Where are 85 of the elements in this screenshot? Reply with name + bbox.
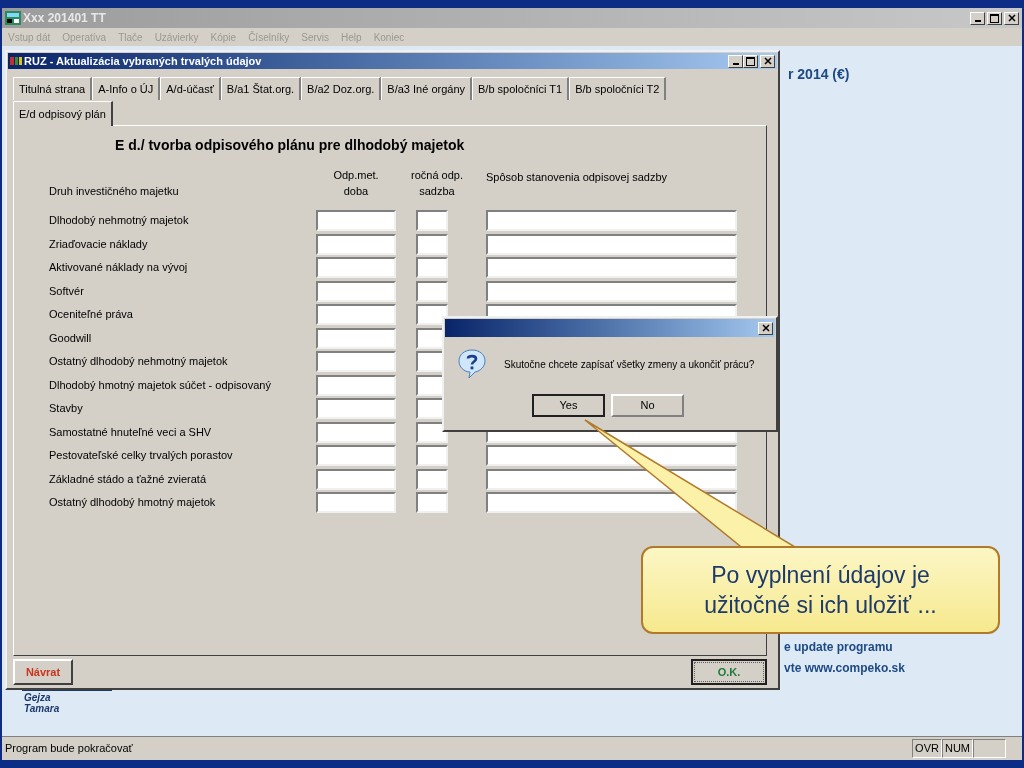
- app-title: Xxx 201401 TT: [23, 10, 106, 27]
- input-field[interactable]: [416, 257, 448, 278]
- input-field[interactable]: [486, 210, 737, 231]
- status-indicator: NUM: [941, 739, 973, 758]
- tab[interactable]: Titulná strana: [13, 77, 93, 100]
- close-button[interactable]: [760, 54, 775, 68]
- input-field[interactable]: [486, 257, 737, 278]
- column-header: Spôsob stanovenia odpisovej sadzby: [486, 170, 667, 185]
- row-label: Aktivované náklady na vývoj: [49, 260, 189, 275]
- website-text: vte www.compeko.sk: [784, 660, 905, 677]
- tab[interactable]: B/a2 Doz.org.: [301, 77, 382, 100]
- minimize-button[interactable]: [970, 11, 985, 25]
- close-icon: [1007, 14, 1016, 22]
- status-indicator: OVR: [912, 739, 942, 758]
- row-label: Zriaďovacie náklady: [49, 236, 149, 252]
- form-title: RUZ - Aktualizácia vybraných trvalých údajov: [24, 53, 262, 69]
- section-heading: E d./ tvorba odpisového plánu pre dlhodobý majetok: [115, 136, 466, 155]
- row-label: Stavby: [49, 401, 84, 416]
- column-header: Odp.met.: [333, 168, 379, 183]
- input-field[interactable]: [416, 233, 448, 255]
- tab[interactable]: B/a3 Iné orgány: [381, 77, 473, 100]
- input-field[interactable]: [416, 210, 448, 231]
- row-label: Dlhodobý nehmotný majetok: [49, 213, 190, 228]
- input-field[interactable]: [316, 492, 396, 513]
- input-field[interactable]: [316, 233, 396, 255]
- input-field[interactable]: [486, 233, 737, 255]
- question-icon: [457, 348, 487, 380]
- row-label: Dlhodobý hmotný majetok súčet - odpisovaný: [49, 377, 272, 393]
- input-field[interactable]: [316, 351, 396, 372]
- input-field[interactable]: [316, 445, 396, 466]
- input-field[interactable]: [416, 492, 448, 513]
- status-message: Program bude pokračovať: [5, 741, 133, 757]
- callout: Po vyplnení údajov je užitočné si ich uložiť ...: [641, 546, 1000, 634]
- maximize-button[interactable]: [987, 11, 1002, 25]
- ok-button[interactable]: O.K.: [691, 659, 767, 685]
- update-text: e update programu: [784, 639, 893, 656]
- app-icon: [5, 11, 21, 25]
- input-field[interactable]: [486, 445, 737, 466]
- close-button[interactable]: [1004, 11, 1019, 25]
- input-field[interactable]: [416, 280, 448, 302]
- input-field[interactable]: [316, 280, 396, 302]
- close-icon: [761, 324, 770, 332]
- row-label: Goodwill: [49, 330, 93, 346]
- form-icon: [10, 56, 22, 66]
- tab[interactable]: B/b spoločníci T2: [569, 77, 667, 100]
- maximize-icon: [990, 13, 999, 23]
- signature-text: Gejza: [24, 692, 51, 703]
- input-field[interactable]: [486, 280, 737, 302]
- column-header: sadzba: [419, 184, 455, 199]
- input-field[interactable]: [316, 468, 396, 490]
- tab[interactable]: E/d odpisový plán: [13, 101, 113, 126]
- dialog-button[interactable]: No: [611, 394, 684, 417]
- close-icon: [763, 57, 772, 65]
- signature-text: Tamara: [24, 703, 60, 714]
- tab[interactable]: A/d-účasť: [160, 77, 221, 100]
- row-label: Pestovateľské celky trvalých porastov: [49, 448, 234, 463]
- row-label: Samostatné hnuteľné veci a SHV: [49, 424, 213, 440]
- column-header: doba: [343, 184, 369, 199]
- column-header: Druh investičného majetku: [49, 184, 180, 199]
- input-field[interactable]: [416, 304, 448, 325]
- input-field[interactable]: [416, 445, 448, 466]
- input-field[interactable]: [316, 257, 396, 278]
- row-label: Ostatný dlhodobý hmotný majetok: [49, 495, 217, 510]
- year-text: r 2014 (€): [788, 65, 850, 84]
- close-button[interactable]: [758, 321, 773, 335]
- dialog-button[interactable]: Yes: [532, 394, 605, 417]
- row-label: Základné stádo a ťažné zvieratá: [49, 471, 207, 487]
- tab[interactable]: B/b spoločníci T1: [472, 77, 570, 100]
- input-field[interactable]: [316, 374, 396, 396]
- tab[interactable]: A-Info o ÚJ: [92, 77, 161, 100]
- row-label: Ostatný dlhodobý nehmotný majetok: [49, 354, 229, 369]
- input-field[interactable]: [316, 304, 396, 325]
- input-field[interactable]: [316, 210, 396, 231]
- minimize-button[interactable]: [728, 54, 743, 68]
- dialog-message: Skutočne chcete zapísať všetky zmeny a ukončiť prácu?: [504, 357, 755, 372]
- input-field[interactable]: [316, 327, 396, 349]
- column-header: ročná odp.: [411, 168, 463, 183]
- maximize-button[interactable]: [743, 54, 758, 68]
- input-field[interactable]: [316, 421, 396, 443]
- input-field[interactable]: [416, 468, 448, 490]
- tab[interactable]: B/a1 Štat.org.: [220, 77, 302, 100]
- row-label: Oceniteľné práva: [49, 307, 134, 322]
- row-label: Softvér: [49, 283, 85, 299]
- input-field[interactable]: [316, 398, 396, 419]
- maximize-icon: [746, 56, 755, 66]
